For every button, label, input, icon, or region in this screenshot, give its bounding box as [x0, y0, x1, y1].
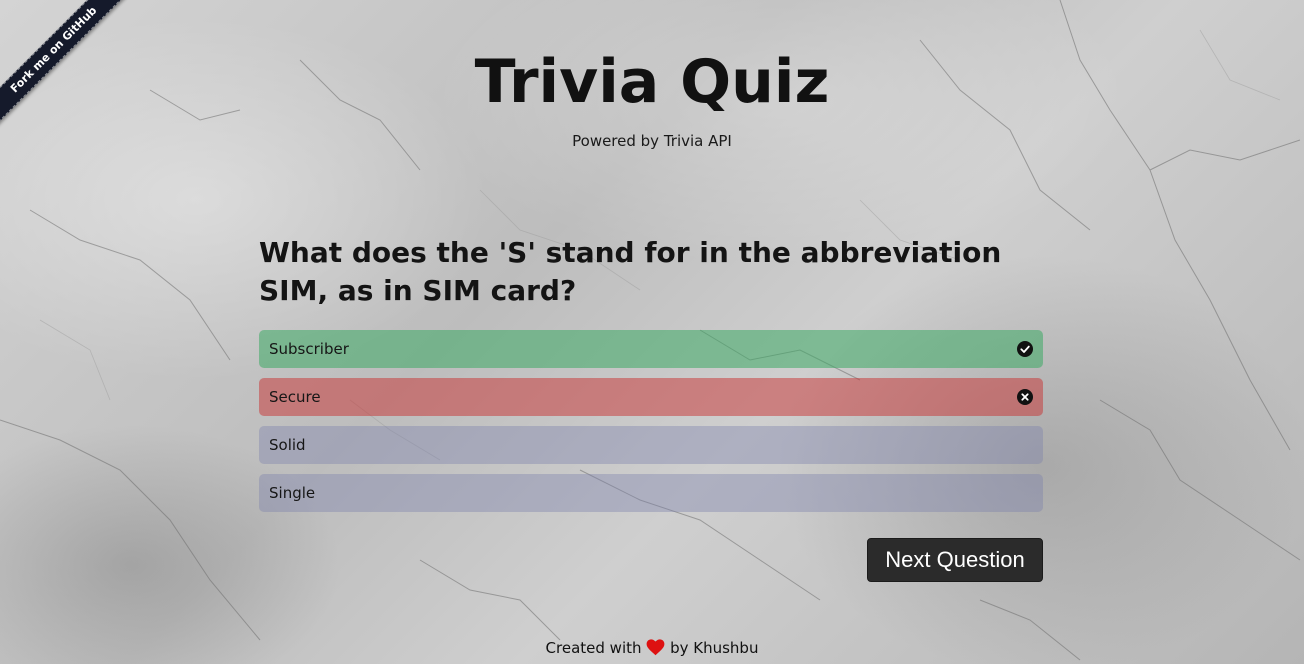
- x-circle-icon: [1017, 389, 1033, 405]
- answer-label: Subscriber: [269, 340, 349, 358]
- footer-credit: Created with by Khushbu: [0, 638, 1304, 658]
- answer-label: Secure: [269, 388, 321, 406]
- answer-label: Solid: [269, 436, 306, 454]
- answer-label: Single: [269, 484, 316, 502]
- check-circle-icon: [1017, 341, 1033, 357]
- answer-option-1[interactable]: Subscriber: [259, 330, 1043, 368]
- question-text: What does the 'S' stand for in the abbre…: [259, 236, 1002, 307]
- page-title: Trivia Quiz: [474, 47, 830, 117]
- footer-prefix: Created with: [545, 639, 642, 657]
- page-subtitle: Powered by Trivia API: [572, 132, 732, 150]
- answer-option-2[interactable]: Secure: [259, 378, 1043, 416]
- next-question-button[interactable]: Next Question: [867, 538, 1043, 582]
- heart-icon: [646, 639, 665, 656]
- footer-suffix: by Khushbu: [670, 639, 759, 657]
- quiz-card: What does the 'S' stand for in the abbre…: [259, 234, 1043, 522]
- answer-option-4[interactable]: Single: [259, 474, 1043, 512]
- answer-option-3[interactable]: Solid: [259, 426, 1043, 464]
